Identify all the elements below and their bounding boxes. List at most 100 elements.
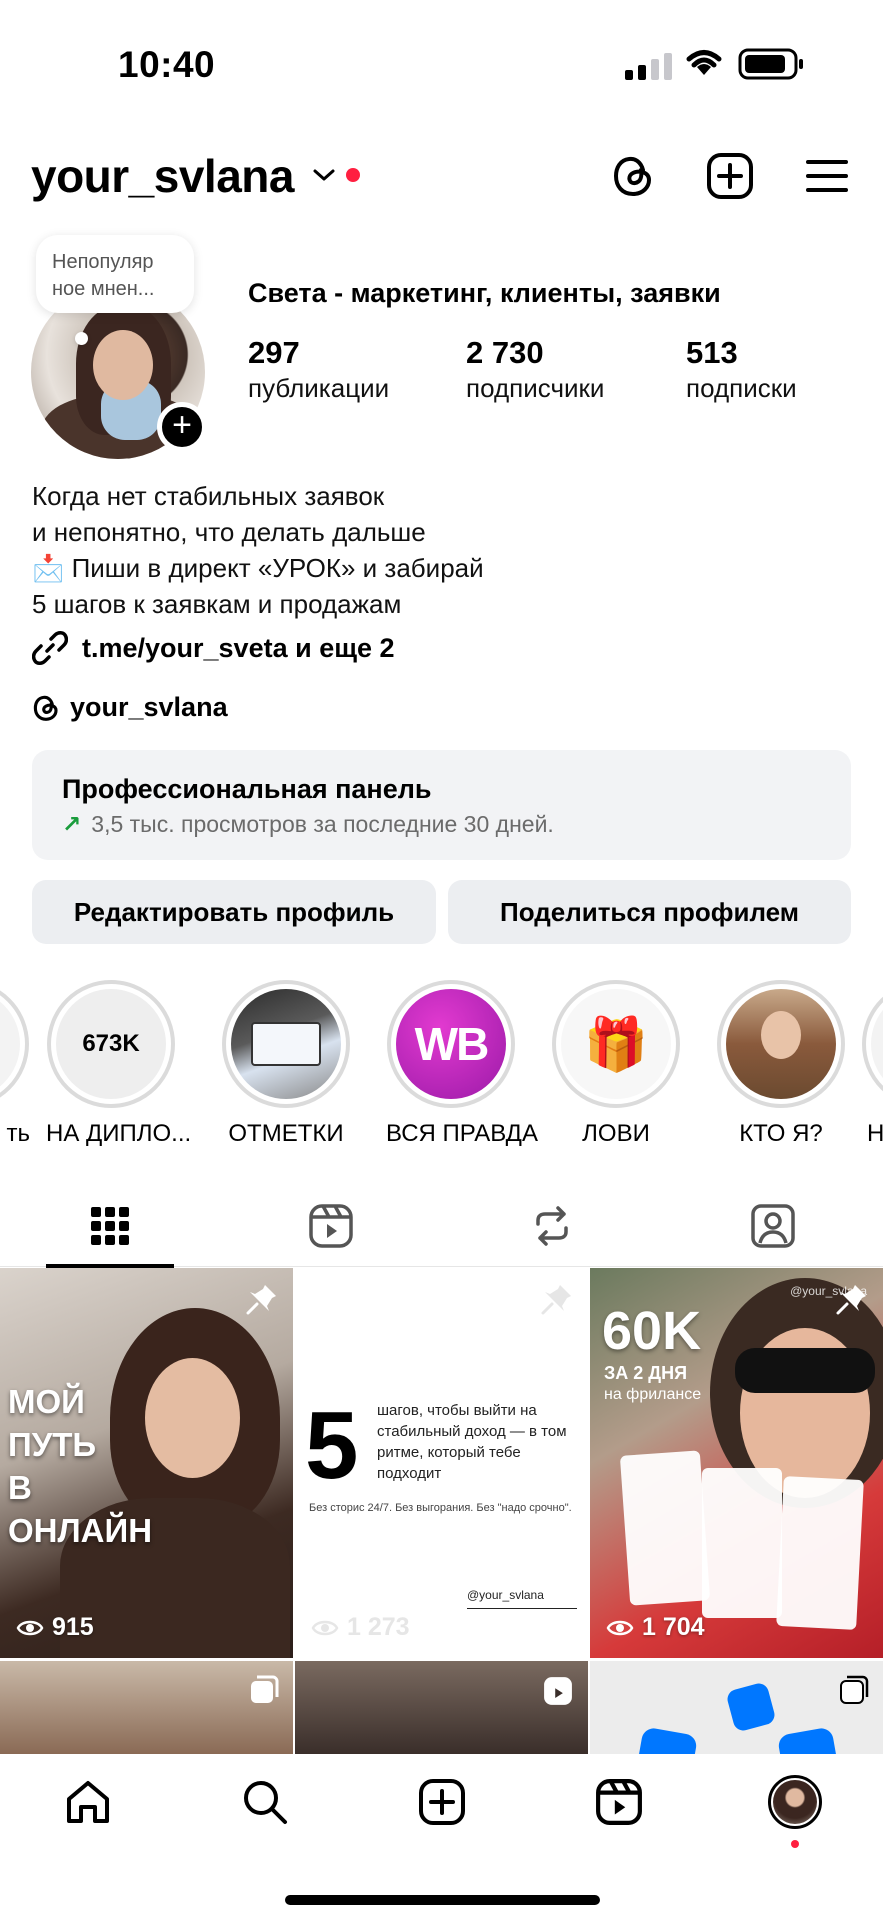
nav-search[interactable] (235, 1772, 295, 1832)
trend-up-icon: ↗ (62, 811, 82, 837)
post-thumbnail[interactable] (590, 1661, 883, 1754)
bio-line: Когда нет стабильных заявок (32, 481, 385, 511)
profile-note[interactable]: Непопуляр ное мнен... (36, 235, 194, 313)
highlight-item[interactable]: КТО Я? (716, 980, 846, 1148)
profile-bio: Когда нет стабильных заявок и непонятно,… (32, 478, 484, 622)
post-handle: @your_svlana (467, 1588, 577, 1609)
post-big-text: 60K (602, 1301, 702, 1361)
bio-line: 📩 Пиши в директ «УРОК» и забирай (32, 553, 484, 583)
highlight-item[interactable]: 🎁 ЛОВИ (551, 980, 681, 1148)
threads-profile-link[interactable]: your_svlana (32, 692, 228, 723)
profile-header: your_svlana (0, 145, 883, 215)
reels-icon (309, 1204, 353, 1248)
vk-logo-image (725, 1681, 777, 1733)
reels-icon (596, 1779, 642, 1825)
post-headline: шагов, чтобы выйти на стабильный доход —… (377, 1402, 567, 1482)
tab-grid[interactable] (46, 1185, 174, 1268)
nav-reels[interactable] (589, 1772, 649, 1832)
post-thumbnail[interactable] (0, 1661, 293, 1754)
stat-followers-label: подписчики (466, 373, 605, 403)
threads-icon (33, 695, 58, 721)
search-icon (244, 1781, 287, 1824)
battery-icon (738, 48, 803, 80)
pin-icon (836, 1285, 866, 1315)
threads-handle: your_svlana (70, 692, 228, 722)
stat-followers[interactable]: 2 730 подписчики (466, 335, 604, 404)
highlight-label: Н (867, 1120, 883, 1147)
post-subtext: Без сторис 24/7. Без выгорания. Без "над… (309, 1502, 572, 1514)
pro-panel-subtitle-row: ↗ 3,5 тыс. просмотров за последние 30 дн… (62, 811, 821, 838)
stat-posts-label: публикации (248, 373, 390, 403)
post-line3: на фрилансе (604, 1386, 702, 1403)
home-indicator[interactable] (285, 1895, 600, 1905)
profile-avatar-small (768, 1775, 822, 1829)
stat-following-count: 513 (686, 335, 738, 370)
reel-icon (544, 1677, 572, 1705)
edit-profile-button[interactable]: Редактировать профиль (32, 880, 436, 944)
menu-icon[interactable] (802, 151, 852, 201)
chevron-down-icon[interactable] (312, 167, 336, 183)
highlight-item[interactable]: 673K НА ДИПЛО... (46, 980, 192, 1148)
post-thumbnail[interactable]: 5 шагов, чтобы выйти на стабильный доход… (295, 1268, 588, 1658)
highlight-item[interactable]: ть (0, 980, 30, 1148)
bio-line: и непонятно, что делать дальше (32, 517, 426, 547)
display-name: Света - маркетинг, клиенты, заявки (248, 278, 721, 308)
receipt-image (702, 1468, 782, 1618)
post-grid: МОЙ ПУТЬ В ОНЛАЙН 915 5 шагов, чтобы вый… (0, 1268, 883, 1754)
wifi-icon (686, 50, 722, 75)
highlight-portrait (761, 1011, 801, 1059)
sunglasses-image (735, 1348, 875, 1393)
tagged-icon (751, 1204, 795, 1248)
stat-following[interactable]: 513 подписки (686, 335, 797, 404)
highlight-item[interactable]: ОТМЕТКИ (221, 980, 351, 1148)
vk-logo-image (776, 1726, 839, 1754)
notification-dot (346, 168, 360, 182)
post-views: 1 704 (606, 1613, 705, 1642)
highlight-label: КТО Я? (739, 1120, 823, 1147)
add-story-button[interactable]: + (157, 402, 207, 452)
profile-links[interactable]: t.me/your_sveta и еще 2 (32, 630, 395, 666)
tab-reposts[interactable] (488, 1185, 616, 1267)
views-icon (606, 1620, 634, 1635)
tab-reels[interactable] (267, 1185, 395, 1267)
status-bar: 10:40 (0, 0, 883, 120)
vk-logo-image (636, 1726, 699, 1754)
stat-posts[interactable]: 297 публикации (248, 335, 389, 404)
carousel-icon (251, 1675, 279, 1703)
post-thumbnail[interactable]: 60K ЗА 2 ДНЯ на фрилансе @your_svlana 1 … (590, 1268, 883, 1658)
profile-content-tabs (0, 1185, 883, 1268)
post-line2: ЗА 2 ДНЯ (604, 1363, 688, 1383)
nav-profile[interactable] (765, 1772, 825, 1832)
gift-icon: 🎁 (583, 1015, 649, 1074)
threads-icon[interactable] (608, 151, 658, 201)
username-switcher[interactable]: your_svlana (31, 149, 294, 203)
highlight-item[interactable]: WB ВСЯ ПРАВДА (386, 980, 538, 1148)
views-icon (311, 1620, 339, 1635)
post-thumbnail[interactable] (295, 1661, 588, 1754)
post-views: 1 273 (311, 1613, 410, 1642)
professional-dashboard[interactable]: Профессиональная панель ↗ 3,5 тыс. просм… (32, 750, 851, 860)
tab-tagged[interactable] (709, 1185, 837, 1267)
carousel-icon (840, 1675, 869, 1704)
post-thumbnail[interactable]: МОЙ ПУТЬ В ОНЛАЙН 915 (0, 1268, 293, 1658)
bio-line: 5 шагов к заявкам и продажам (32, 589, 402, 619)
repost-icon (536, 1206, 568, 1246)
post-views: 915 (16, 1613, 94, 1642)
create-post-icon[interactable] (705, 151, 755, 201)
share-profile-button[interactable]: Поделиться профилем (448, 880, 851, 944)
stat-followers-count: 2 730 (466, 335, 544, 370)
status-time: 10:40 (118, 44, 216, 85)
highlight-label: ть (6, 1120, 31, 1147)
highlight-label: НА ДИПЛО... (46, 1120, 192, 1147)
laptop-image (251, 1022, 321, 1066)
note-bubble-tail (75, 332, 88, 345)
highlight-item[interactable]: Н (862, 980, 883, 1148)
home-icon (67, 1781, 109, 1823)
highlight-label: ОТМЕТКИ (228, 1120, 344, 1147)
nav-home[interactable] (58, 1772, 118, 1832)
highlight-label: ЛОВИ (582, 1120, 650, 1147)
post-big-number: 5 (305, 1392, 359, 1499)
nav-create[interactable] (412, 1772, 472, 1832)
pin-icon (246, 1285, 276, 1315)
highlight-cover-text: 673K (82, 1030, 140, 1057)
